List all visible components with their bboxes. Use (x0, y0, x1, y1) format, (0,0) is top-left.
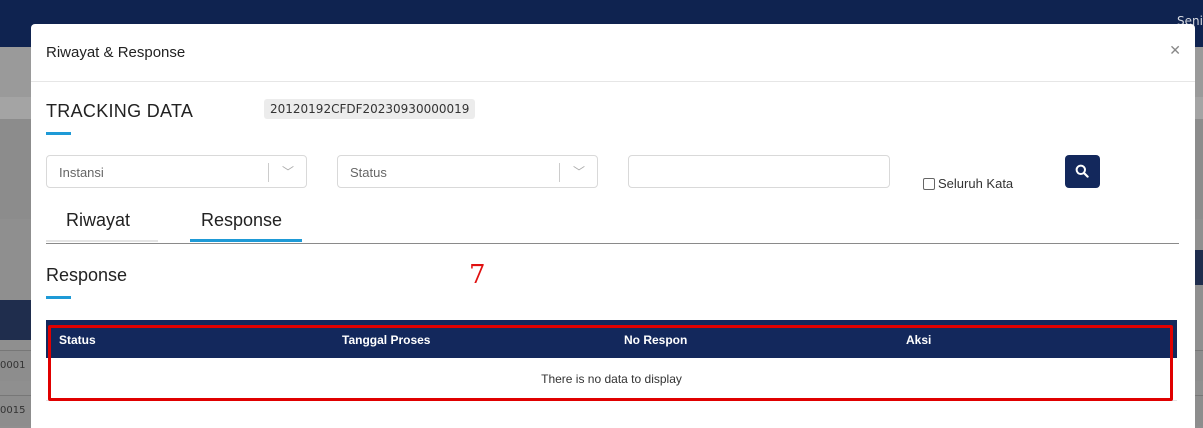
response-accent-bar (46, 296, 71, 299)
modal-title: Riwayat & Response (46, 44, 186, 61)
seluruh-kata-label[interactable]: Seluruh Kata (938, 176, 1013, 191)
status-placeholder: Status (350, 165, 387, 180)
select-separator (268, 163, 269, 182)
annotation-highlight-box (48, 325, 1173, 401)
tab-response[interactable]: Response (201, 210, 282, 231)
close-icon[interactable]: ✕ (1169, 43, 1181, 59)
tab-response-active-underline (190, 239, 302, 242)
tab-riwayat-underline (46, 240, 158, 242)
modal-header: Riwayat & Response ✕ (31, 24, 1195, 82)
instansi-select[interactable]: Instansi ﹀ (46, 155, 307, 188)
tab-divider (46, 243, 1179, 244)
tracking-id-badge: 20120192CFDF20230930000019 (264, 99, 476, 119)
seluruh-kata-checkbox[interactable] (923, 178, 935, 190)
select-separator (559, 163, 560, 182)
annotation-number: 7 (469, 260, 486, 290)
search-button[interactable] (1065, 155, 1100, 188)
tab-riwayat[interactable]: Riwayat (66, 210, 130, 231)
search-icon (1075, 164, 1089, 178)
response-section-title: Response (46, 265, 128, 285)
status-select[interactable]: Status ﹀ (337, 155, 598, 188)
background-row-text: 0015 (0, 405, 26, 416)
instansi-placeholder: Instansi (59, 165, 104, 180)
chevron-down-icon[interactable]: ﹀ (282, 163, 294, 180)
chevron-down-icon[interactable]: ﹀ (573, 163, 585, 180)
background-row-text: 0001 (0, 360, 26, 371)
tracking-data-label: TRACKING DATA (46, 101, 194, 121)
tracking-accent-bar (46, 132, 71, 135)
search-input[interactable] (628, 155, 890, 188)
